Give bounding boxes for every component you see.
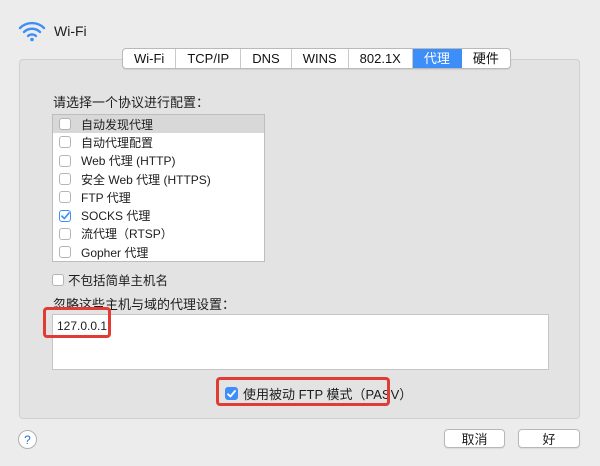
protocol-label: 安全 Web 代理 (HTTPS) bbox=[81, 172, 211, 187]
protocol-checkbox[interactable] bbox=[59, 209, 71, 222]
tab-proxy[interactable]: 代理 bbox=[412, 49, 462, 68]
tab-dns[interactable]: DNS bbox=[241, 49, 292, 68]
protocol-row-auto-discovery[interactable]: 自动发现代理 bbox=[53, 115, 264, 134]
tab-hardware[interactable]: 硬件 bbox=[462, 49, 510, 68]
protocol-checkbox[interactable] bbox=[59, 173, 71, 186]
help-button[interactable]: ? bbox=[18, 430, 37, 449]
protocol-label: 流代理（RTSP） bbox=[81, 227, 173, 242]
wifi-icon bbox=[18, 20, 46, 42]
exclude-simple-hostnames[interactable]: 不包括简单主机名 bbox=[52, 270, 168, 289]
protocol-label: SOCKS 代理 bbox=[81, 209, 151, 224]
protocol-prompt: 请选择一个协议进行配置： bbox=[53, 95, 210, 110]
protocol-list: 自动发现代理 自动代理配置 Web 代理 (HTTP) 安全 Web 代理 (H… bbox=[52, 114, 265, 262]
protocol-label: FTP 代理 bbox=[81, 190, 131, 205]
exclude-simple-checkbox[interactable] bbox=[52, 273, 64, 286]
protocol-label: Web 代理 (HTTP) bbox=[81, 154, 176, 169]
protocol-row-secure-web-https[interactable]: 安全 Web 代理 (HTTPS) bbox=[53, 170, 264, 188]
tab-8021x[interactable]: 802.1X bbox=[349, 49, 413, 68]
bypass-hosts-textarea[interactable] bbox=[52, 314, 549, 370]
tab-wins[interactable]: WINS bbox=[292, 49, 349, 68]
protocol-row-auto-config[interactable]: 自动代理配置 bbox=[53, 133, 264, 151]
protocol-label: Gopher 代理 bbox=[81, 245, 149, 260]
protocol-row-ftp[interactable]: FTP 代理 bbox=[53, 188, 264, 206]
protocol-checkbox[interactable] bbox=[59, 136, 71, 149]
protocol-checkbox[interactable] bbox=[59, 191, 71, 204]
ok-button[interactable]: 好 bbox=[518, 429, 580, 448]
protocol-row-rtsp[interactable]: 流代理（RTSP） bbox=[53, 225, 264, 243]
protocol-checkbox[interactable] bbox=[59, 154, 71, 167]
checkmark-icon bbox=[60, 211, 70, 219]
protocol-checkbox[interactable] bbox=[59, 227, 71, 240]
highlight-box-passive-ftp bbox=[216, 377, 390, 406]
cancel-button[interactable]: 取消 bbox=[444, 429, 505, 448]
protocol-checkbox[interactable] bbox=[59, 246, 71, 259]
tab-bar: Wi-Fi TCP/IP DNS WINS 802.1X 代理 硬件 bbox=[122, 48, 511, 69]
protocol-checkbox[interactable] bbox=[59, 118, 71, 131]
protocol-row-gopher[interactable]: Gopher 代理 bbox=[53, 243, 264, 261]
protocol-row-socks[interactable]: SOCKS 代理 bbox=[53, 206, 264, 224]
protocol-row-web-http[interactable]: Web 代理 (HTTP) bbox=[53, 152, 264, 170]
tab-wifi[interactable]: Wi-Fi bbox=[123, 49, 177, 68]
tab-tcpip[interactable]: TCP/IP bbox=[176, 49, 242, 68]
protocol-label: 自动代理配置 bbox=[81, 135, 154, 150]
window-title: Wi-Fi bbox=[54, 23, 87, 39]
protocol-label: 自动发现代理 bbox=[81, 117, 154, 132]
header: Wi-Fi bbox=[18, 16, 87, 46]
exclude-simple-label: 不包括简单主机名 bbox=[68, 274, 169, 288]
highlight-box-bypass bbox=[43, 307, 111, 338]
